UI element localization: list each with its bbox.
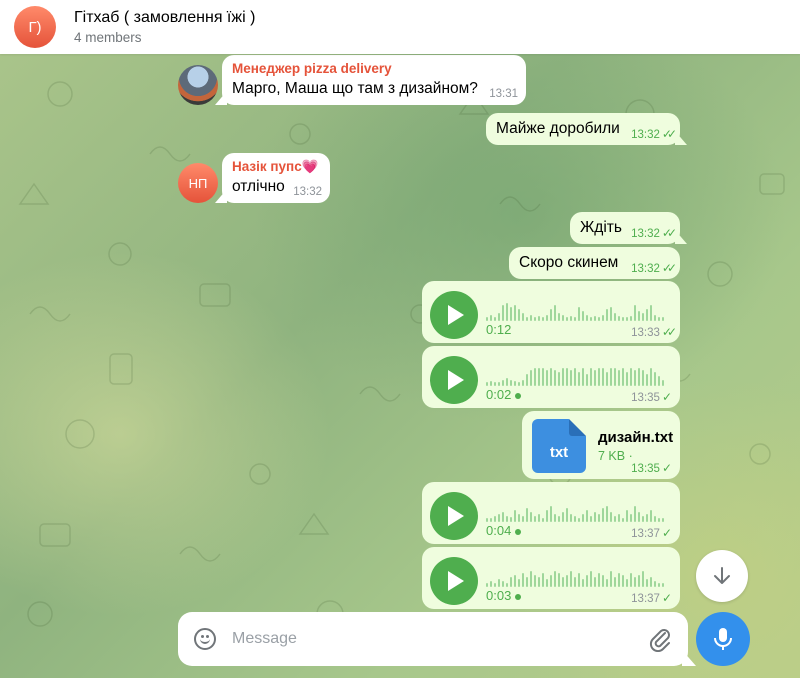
group-avatar[interactable]: Г) [14,6,56,48]
microphone-icon [714,628,732,650]
arrow-down-icon [714,567,730,584]
voice-message[interactable]: 0:12 13:33 ✓✓ [422,281,680,343]
file-name: дизайн.txt [598,429,674,446]
play-icon [448,305,464,325]
message-composer [178,612,688,666]
message-text: Майже доробили [496,120,620,137]
message-text: Скоро скинем [519,254,619,271]
chat-background [0,54,800,678]
file-message[interactable]: txt дизайн.txt 7 KB · 13:35 ✓ [522,411,680,479]
double-check-icon: ✓✓ [661,127,677,141]
voice-message[interactable]: 0:04 13:37 ✓ [422,482,680,544]
message-time: 13:32 [631,228,660,240]
voice-duration: 0:03 [486,588,522,603]
play-icon [448,571,464,591]
message-time: 13:35 [631,392,660,404]
message-time: 13:35 [631,463,660,475]
message-status: 13:35 ✓ [631,390,672,404]
double-check-icon: ✓✓ [661,226,677,240]
message-bubble[interactable]: Скоро скинем 13:32 ✓✓ [509,247,680,279]
message-status: 13:37 ✓ [631,591,672,605]
message-time: 13:37 [631,593,660,605]
message-input[interactable] [232,626,632,652]
play-icon [448,506,464,526]
message-status: 13:32 ✓✓ [631,226,677,240]
play-button[interactable] [430,557,478,605]
message-text: Марго, Маша що там з дизайном? [232,80,478,97]
sender-name[interactable]: Менеджер pizza delivery [232,61,392,76]
play-button[interactable] [430,492,478,540]
message-time: 13:32 [631,129,660,141]
record-voice-button[interactable] [696,612,750,666]
message-text: Ждіть [580,219,622,236]
check-icon: ✓ [661,591,672,605]
sender-avatar[interactable]: НП [178,163,218,203]
message-time: 13:33 [631,327,660,339]
message-status: 13:37 ✓ [631,526,672,540]
message-time: 13:37 [631,528,660,540]
wallpaper-pattern [18,81,785,628]
scroll-to-bottom-button[interactable] [696,550,748,602]
sender-avatar[interactable] [178,65,218,105]
message-time: 13:32 [631,263,660,275]
voice-message[interactable]: 0:03 13:37 ✓ [422,547,680,609]
file-size: 7 KB · [598,449,633,463]
voice-duration-text: 0:03 [486,588,512,603]
smile-icon[interactable] [194,628,216,650]
message-status: 13:32 ✓✓ [631,127,677,141]
check-icon: ✓ [661,526,672,540]
message-bubble[interactable]: Назік пупс💗 отлічно 13:32 [222,153,330,203]
file-corner-fold [569,419,586,436]
voice-duration: 0:12 [486,322,512,337]
waveform[interactable] [486,360,664,386]
play-button[interactable] [430,356,478,404]
chat-header[interactable]: Г) Гітхаб ( замовлення їжі ) 4 members [0,0,800,54]
check-icon: ✓ [661,390,672,404]
message-time: 13:31 [489,88,518,100]
file-type-label: txt [549,444,569,461]
voice-duration: 0:02 [486,387,522,402]
members-count: 4 members [74,30,142,45]
message-bubble[interactable]: Ждіть 13:32 ✓✓ [570,212,680,244]
unplayed-dot [515,593,522,600]
double-check-icon: ✓✓ [661,325,677,339]
message-bubble[interactable]: Менеджер pizza delivery Марго, Маша що т… [222,55,526,105]
waveform[interactable] [486,496,664,522]
message-status: 13:32 ✓✓ [631,261,677,275]
chat-title: Гітхаб ( замовлення їжі ) [74,9,256,26]
file-icon[interactable]: txt [532,419,586,473]
paperclip-icon[interactable] [648,626,672,652]
message-text: отлічно [232,178,285,195]
play-icon [448,370,464,390]
message-status: 13:35 ✓ [631,461,672,475]
waveform[interactable] [486,295,664,321]
voice-duration: 0:04 [486,523,522,538]
double-check-icon: ✓✓ [661,261,677,275]
unplayed-dot [515,528,522,535]
voice-duration-text: 0:04 [486,523,512,538]
check-icon: ✓ [661,461,672,475]
message-status: 13:33 ✓✓ [631,325,677,339]
message-time: 13:32 [293,186,322,198]
waveform[interactable] [486,561,664,587]
sender-name[interactable]: Назік пупс💗 [232,159,319,175]
voice-duration-text: 0:02 [486,387,512,402]
voice-message[interactable]: 0:02 13:35 ✓ [422,346,680,408]
smile-mouth [200,638,210,644]
message-bubble[interactable]: Майже доробили 13:32 ✓✓ [486,113,680,145]
play-button[interactable] [430,291,478,339]
unplayed-dot [515,392,522,399]
